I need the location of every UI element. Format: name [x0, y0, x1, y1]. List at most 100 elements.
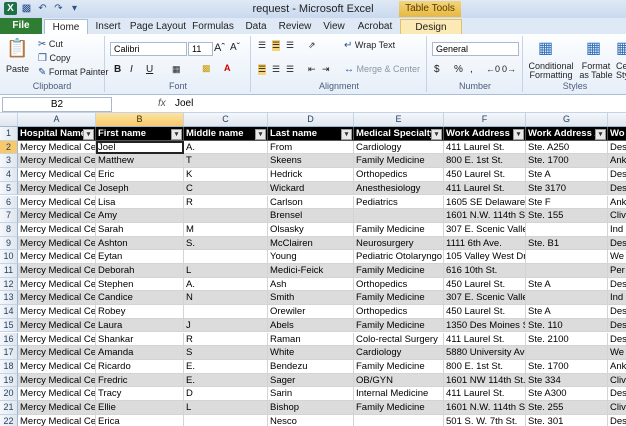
font-color-icon[interactable]: A [224, 63, 231, 73]
table-cell[interactable]: Per [608, 264, 626, 278]
table-cell[interactable]: Pediatric Otolaryngo [354, 250, 444, 264]
table-cell[interactable] [184, 250, 268, 264]
table-cell[interactable] [526, 346, 608, 360]
table-cell[interactable] [526, 250, 608, 264]
table-cell[interactable]: OB/GYN [354, 373, 444, 388]
table-cell[interactable]: Matthew [96, 154, 184, 169]
shrink-font-icon[interactable]: Aˇ [230, 42, 240, 53]
table-cell[interactable]: 1605 SE Delaware A [444, 195, 526, 210]
table-cell[interactable]: Ste. 1700 [526, 154, 608, 169]
row-header[interactable]: 12 [0, 277, 18, 292]
table-cell[interactable]: Ank [608, 360, 626, 374]
paste-button[interactable]: Paste [6, 64, 29, 74]
fill-color-icon[interactable]: ▩ [202, 63, 211, 74]
row-header[interactable]: 9 [0, 236, 18, 251]
table-cell[interactable]: Shankar [96, 332, 184, 347]
table-cell[interactable]: We [608, 346, 626, 360]
table-cell[interactable]: Des [608, 415, 626, 426]
row-header[interactable]: 17 [0, 346, 18, 360]
table-cell[interactable]: R [184, 195, 268, 210]
table-cell[interactable]: Joseph [96, 181, 184, 196]
currency-button[interactable]: $ [434, 64, 440, 75]
table-cell[interactable]: Ellie [96, 401, 184, 415]
table-cell[interactable]: Ind [608, 223, 626, 237]
grow-font-icon[interactable]: Aˆ [214, 42, 225, 54]
table-cell[interactable]: Candice [96, 291, 184, 306]
table-cell[interactable]: 1350 Des Moines St [444, 318, 526, 333]
table-cell[interactable]: 5880 University Ave. [444, 346, 526, 360]
table-cell[interactable]: Mercy Medical Ce [18, 140, 96, 155]
filter-dropdown-icon[interactable]: ▾ [431, 129, 442, 140]
table-cell[interactable]: Family Medicine [354, 222, 444, 237]
italic-button[interactable]: I [130, 64, 133, 75]
table-cell[interactable] [354, 209, 444, 223]
table-cell[interactable]: Des [608, 333, 626, 347]
table-cell[interactable]: Skeens [268, 154, 354, 169]
table-cell[interactable]: 1111 6th Ave. [444, 236, 526, 251]
table-cell[interactable]: 800 E. 1st St. [444, 154, 526, 169]
table-cell[interactable]: Mercy Medical Ce [18, 209, 96, 223]
function-icon[interactable]: fx [158, 98, 166, 109]
table-cell[interactable]: Orewiler [268, 305, 354, 319]
table-cell[interactable]: Ste 334 [526, 373, 608, 388]
header-cell[interactable]: Hospital Name ▾ [18, 127, 96, 141]
filter-dropdown-icon[interactable]: ▾ [171, 129, 182, 140]
table-cell[interactable]: Des [608, 305, 626, 319]
table-cell[interactable]: S. [184, 236, 268, 251]
column-header-a[interactable]: A [18, 113, 96, 126]
column-header-e[interactable]: E [354, 113, 444, 126]
table-cell[interactable]: Bendezu [268, 359, 354, 374]
column-header-b[interactable]: B [96, 113, 184, 126]
copy-button[interactable]: ❐ Copy [38, 53, 71, 64]
table-cell[interactable]: Stephen [96, 277, 184, 292]
table-cell[interactable]: 1601 N.W. 114th St. [444, 209, 526, 223]
align-left-icon[interactable]: ☰ [258, 64, 267, 75]
tab-home[interactable]: Home [44, 19, 88, 35]
table-cell[interactable] [526, 222, 608, 237]
table-cell[interactable]: Mercy Medical Ce [18, 291, 96, 306]
table-cell[interactable]: Olsasky [268, 222, 354, 237]
table-cell[interactable]: A. [184, 277, 268, 292]
conditional-formatting-button[interactable]: Conditional Formatting [526, 62, 576, 80]
row-header[interactable]: 18 [0, 359, 18, 374]
column-header-g[interactable]: G [526, 113, 608, 126]
header-cell[interactable]: Work Address 1 ▾ [444, 127, 526, 141]
merge-center-button[interactable]: ↔ Merge & Center [344, 64, 420, 75]
decrease-indent-icon[interactable]: ⇤ [308, 64, 316, 75]
cell-styles-icon[interactable]: ▦ [616, 38, 626, 58]
table-cell[interactable]: Des [608, 387, 626, 401]
table-cell[interactable]: Family Medicine [354, 359, 444, 374]
table-cell[interactable]: 411 Laurel St. [444, 181, 526, 196]
align-center-icon[interactable]: ☰ [272, 64, 280, 75]
table-cell[interactable]: Ste A300 [526, 387, 608, 401]
table-cell[interactable]: Mercy Medical Ce [18, 154, 96, 169]
bold-button[interactable]: B [114, 64, 121, 75]
table-cell[interactable]: Ste. A250 [526, 140, 608, 155]
row-header[interactable]: 2 [0, 140, 18, 155]
number-format-select[interactable]: General [432, 42, 519, 56]
format-painter-button[interactable]: ✎ Format Painter [38, 67, 108, 78]
table-cell[interactable]: Ste. B1 [526, 236, 608, 251]
align-top-icon[interactable]: ☰ [258, 40, 266, 51]
table-cell[interactable]: White [268, 346, 354, 360]
table-cell[interactable]: S [184, 346, 268, 360]
table-cell[interactable]: Des [608, 141, 626, 155]
table-cell[interactable]: Mercy Medical Ce [18, 264, 96, 278]
table-cell[interactable]: Lisa [96, 195, 184, 210]
table-cell[interactable]: D [184, 387, 268, 401]
table-cell[interactable]: McClairen [268, 236, 354, 251]
table-cell[interactable]: Fredric [96, 373, 184, 388]
header-cell[interactable]: Medical Specialty ▾ [354, 127, 444, 141]
row-header[interactable]: 1 [0, 127, 18, 141]
table-cell[interactable]: From [268, 140, 354, 155]
column-header-d[interactable]: D [268, 113, 354, 126]
table-cell[interactable]: Sager [268, 373, 354, 388]
table-cell[interactable]: A. [184, 140, 268, 155]
table-cell[interactable]: 616 10th St. [444, 264, 526, 278]
table-cell[interactable]: Sarah [96, 222, 184, 237]
table-cell[interactable]: Mercy Medical Ce [18, 387, 96, 401]
tab-view[interactable]: View [316, 19, 352, 34]
table-cell[interactable]: Eric [96, 168, 184, 182]
font-size-select[interactable]: 11 [188, 42, 213, 56]
table-cell[interactable]: Amanda [96, 346, 184, 360]
